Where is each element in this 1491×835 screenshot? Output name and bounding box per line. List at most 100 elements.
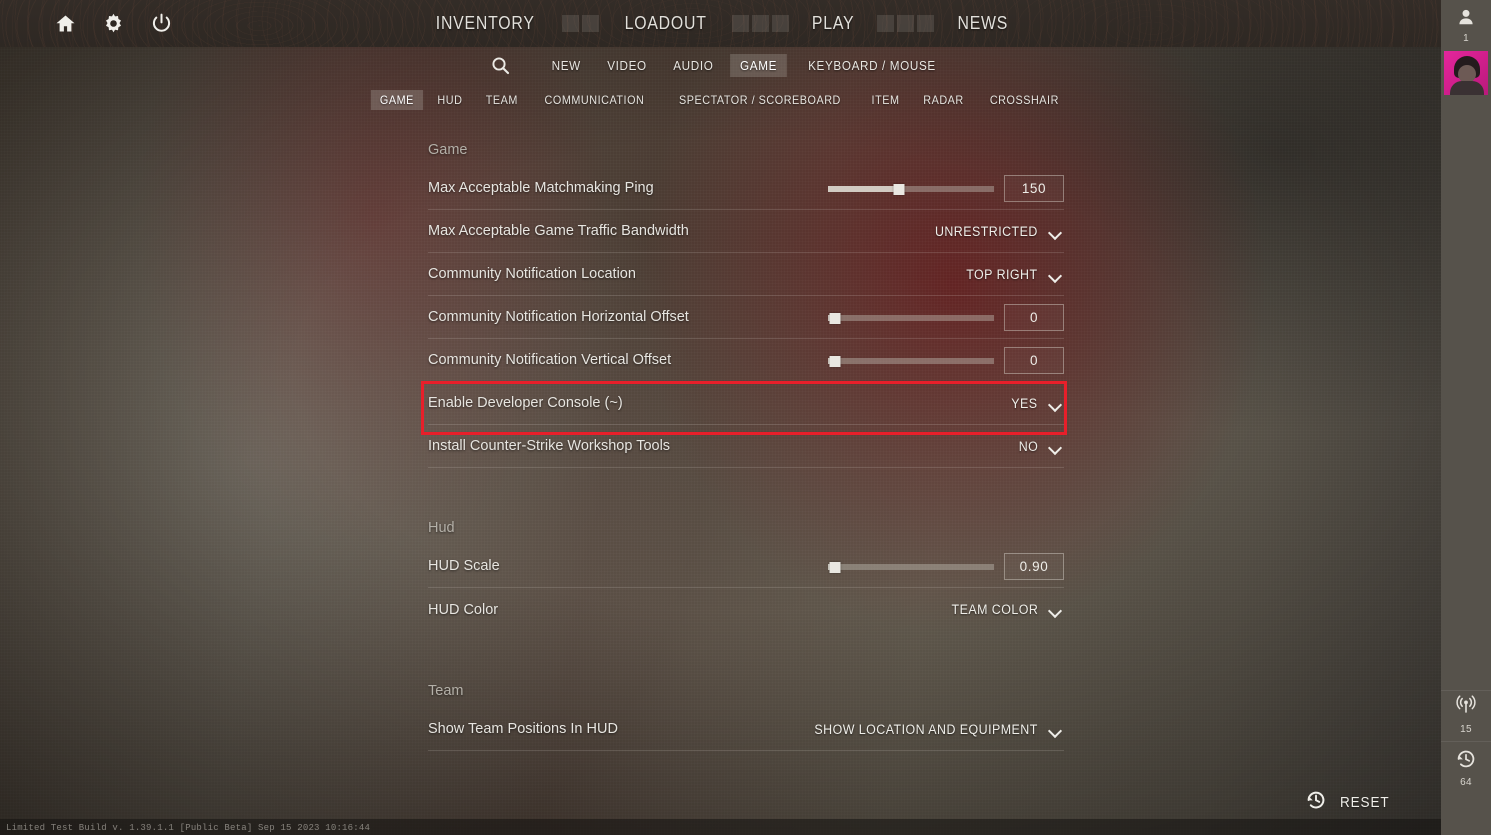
setting-row-hud-scale: HUD Scale 0.90 [428,545,1064,588]
build-version-text: Limited Test Build v. 1.39.1.1 [Public B… [6,823,371,833]
tickrate-value: 64 [1460,776,1472,788]
slider-knob[interactable] [893,183,905,195]
ping-value: 15 [1460,723,1472,735]
tab-audio[interactable]: AUDIO [663,54,723,77]
setting-control: 0 [828,296,1064,339]
notification-location-dropdown[interactable]: TOP RIGHT [960,267,1064,282]
dropdown-value: UNRESTRICTED [935,224,1038,239]
subtab-team[interactable]: TEAM [476,90,526,110]
subtab-game[interactable]: GAME [370,90,423,110]
reset-clock-icon [1304,788,1328,817]
bandwidth-dropdown[interactable]: UNRESTRICTED [926,224,1064,239]
setting-label: Max Acceptable Matchmaking Ping [428,180,654,196]
settings-sub-tabs: GAME HUD TEAM COMMUNICATION SPECTATOR / … [0,89,1441,111]
setting-control: YES [1009,382,1064,425]
chevron-down-icon [1049,228,1062,236]
setting-row-notification-horizontal-offset: Community Notification Horizontal Offset… [428,296,1064,339]
subtab-spectator-scoreboard[interactable]: SPECTATOR / SCOREBOARD [670,90,850,110]
nav-item-loadout[interactable]: LOADOUT [614,13,717,34]
horizontal-offset-value[interactable]: 0 [1004,304,1064,331]
setting-label: Show Team Positions In HUD [428,721,618,737]
chevron-down-icon [1049,726,1062,734]
matchmaking-ping-value[interactable]: 150 [1004,175,1064,202]
settings-panel: Game Max Acceptable Matchmaking Ping 150… [428,132,1064,751]
dropdown-value: YES [1011,396,1038,411]
setting-row-notification-vertical-offset: Community Notification Vertical Offset 0 [428,339,1064,382]
slider-group: 0.90 [828,553,1064,580]
vertical-offset-slider[interactable] [828,355,994,367]
subtab-crosshair[interactable]: CROSSHAIR [981,90,1068,110]
chevron-down-icon [1049,606,1062,614]
subtab-radar[interactable]: RADAR [914,90,973,110]
setting-row-hud-color: HUD Color TEAM COLOR [428,588,1064,631]
friends-button[interactable]: 1 [1441,0,1491,47]
tab-game[interactable]: GAME [729,53,787,77]
nav-separator-blocks [554,15,607,32]
team-positions-dropdown[interactable]: SHOW LOCATION AND EQUIPMENT [795,722,1064,737]
setting-control: 150 [828,167,1064,210]
setting-control: TOP RIGHT [960,253,1064,296]
workshop-tools-dropdown[interactable]: NO [1017,439,1064,454]
dropdown-value: NO [1018,439,1038,454]
tickrate-indicator[interactable]: 64 [1441,741,1491,793]
slider-knob[interactable] [829,561,841,573]
setting-label: HUD Scale [428,558,500,574]
setting-label: HUD Color [428,601,499,618]
slider-group: 0 [828,347,1064,374]
settings-category-tabs: NEW VIDEO AUDIO GAME KEYBOARD / MOUSE [0,52,1441,78]
slider-track [828,563,994,570]
nav-item-play[interactable]: PLAY [801,13,865,34]
section-header-team: Team [428,683,464,699]
tab-keyboard-mouse[interactable]: KEYBOARD / MOUSE [798,54,946,77]
friends-count: 1 [1463,32,1469,44]
chevron-down-icon [1049,443,1062,451]
right-rail: 1 15 64 [1441,0,1491,835]
vertical-offset-value[interactable]: 0 [1004,347,1064,374]
hud-color-dropdown[interactable]: TEAM COLOR [944,602,1064,617]
avatar[interactable] [1444,51,1488,95]
section-header-game: Game [428,142,468,158]
setting-label: Community Notification Horizontal Offset [428,309,689,325]
chevron-down-icon [1049,400,1062,408]
slider-track [828,314,994,321]
setting-control: 0.90 [828,545,1064,588]
nav-item-news[interactable]: NEWS [947,13,1019,34]
hud-scale-slider[interactable] [828,561,994,573]
slider-group: 150 [828,175,1064,202]
setting-label: Enable Developer Console (~) [428,395,623,411]
matchmaking-ping-slider[interactable] [828,183,994,195]
chevron-down-icon [1049,271,1062,279]
dropdown-value: SHOW LOCATION AND EQUIPMENT [814,722,1038,737]
horizontal-offset-slider[interactable] [828,312,994,324]
nav-separator-blocks [724,15,797,32]
ping-indicator[interactable]: 15 [1441,690,1491,738]
clock-icon [1455,748,1477,775]
setting-control: NO [1017,425,1064,468]
setting-control: TEAM COLOR [944,588,1064,631]
setting-row-community-notification-location: Community Notification Location TOP RIGH… [428,253,1064,296]
subtab-communication[interactable]: COMMUNICATION [536,90,654,110]
slider-knob[interactable] [829,355,841,367]
slider-track [828,357,994,364]
tab-new[interactable]: NEW [542,54,591,77]
slider-knob[interactable] [829,312,841,324]
section-header-hud: Hud [428,520,455,536]
setting-control: UNRESTRICTED [926,210,1064,253]
subtab-hud[interactable]: HUD [428,90,471,110]
signal-icon [1455,694,1477,722]
slider-group: 0 [828,304,1064,331]
tab-video[interactable]: VIDEO [597,54,656,77]
setting-row-max-matchmaking-ping: Max Acceptable Matchmaking Ping 150 [428,167,1064,210]
hud-scale-value[interactable]: 0.90 [1004,553,1064,580]
search-icon[interactable] [487,52,513,78]
setting-row-show-team-positions: Show Team Positions In HUD SHOW LOCATION… [428,708,1064,751]
subtab-item[interactable]: ITEM [863,90,909,110]
reset-label: RESET [1339,794,1390,811]
reset-button[interactable]: RESET [1304,788,1395,817]
main-navigation: INVENTORY LOADOUT PLAY NEWS [0,0,1441,47]
developer-console-dropdown[interactable]: YES [1009,396,1064,411]
dropdown-value: TEAM COLOR [951,602,1038,617]
person-icon [1457,8,1475,31]
setting-row-max-game-traffic-bandwidth: Max Acceptable Game Traffic Bandwidth UN… [428,210,1064,253]
nav-item-inventory[interactable]: INVENTORY [425,13,545,34]
